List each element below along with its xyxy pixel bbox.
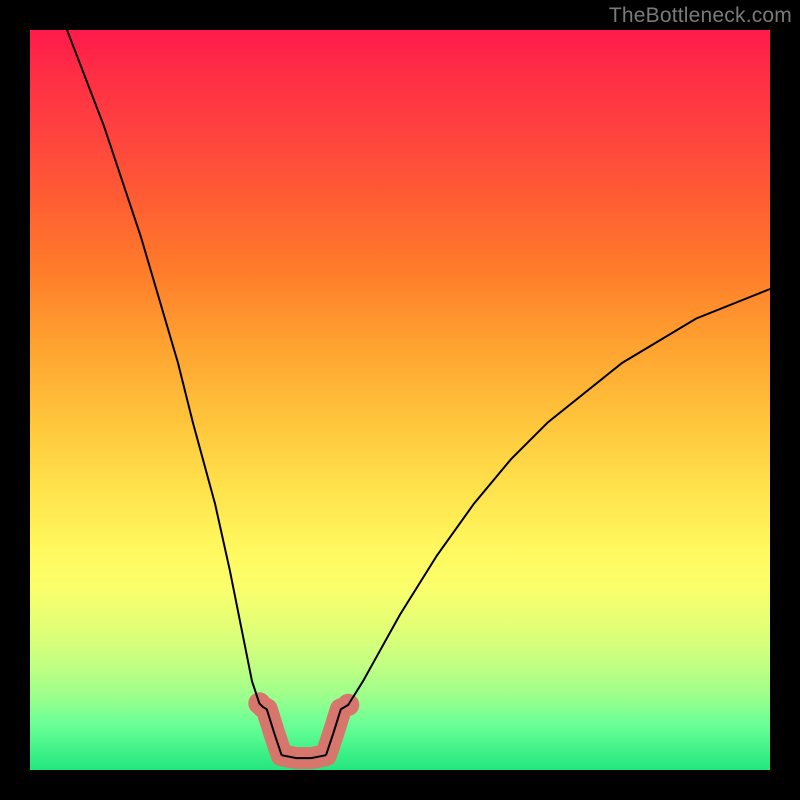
plot-area <box>30 30 770 770</box>
curve-right-branch <box>326 289 770 755</box>
chart-frame: TheBottleneck.com <box>0 0 800 800</box>
curve-left-branch <box>67 30 282 755</box>
watermark-text: TheBottleneck.com <box>609 4 792 28</box>
curve-svg <box>30 30 770 770</box>
